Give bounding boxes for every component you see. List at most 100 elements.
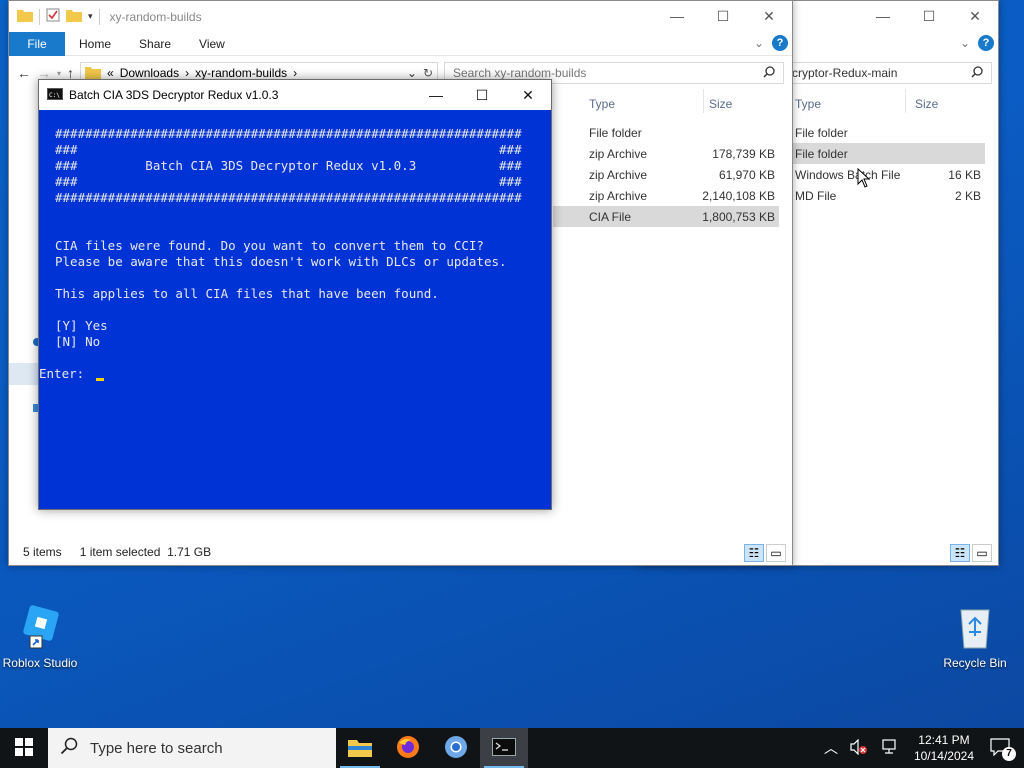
recycle-bin-icon — [951, 602, 999, 650]
address-dropdown-icon[interactable]: ⌄ — [407, 66, 417, 80]
desktop-icon-label: Recycle Bin — [943, 656, 1007, 670]
file-row[interactable]: File folder — [553, 122, 779, 143]
column-header-type[interactable]: Type — [589, 97, 615, 111]
details-view-icon[interactable]: ☷ — [950, 544, 970, 562]
maximize-button[interactable]: ☐ — [700, 1, 746, 31]
properties-icon[interactable] — [46, 8, 60, 25]
system-tray: ︿ 12:41 PM 10/14/2024 7 — [818, 728, 1024, 768]
large-icons-view-icon[interactable]: ▭ — [766, 544, 786, 562]
search-icon[interactable] — [971, 66, 983, 81]
taskbar-file-explorer[interactable] — [336, 728, 384, 768]
window-controls: — ☐ ✕ — [654, 1, 792, 31]
file-row-selected[interactable]: CIA File 1,800,753 KB — [553, 206, 779, 227]
command-prompt-icon — [492, 737, 516, 759]
svg-text:C:\: C:\ — [49, 92, 60, 99]
chevron-up-icon[interactable]: ︿ — [818, 738, 844, 758]
text-cursor — [96, 378, 104, 381]
taskbar: Type here to search ︿ 12:41 PM 10/14/202… — [0, 728, 1024, 768]
item-count: 5 items — [23, 545, 62, 559]
breadcrumb-separator-icon[interactable]: › — [293, 66, 297, 80]
desktop-icon-recycle-bin[interactable]: Recycle Bin — [935, 602, 1015, 670]
new-folder-icon[interactable] — [66, 8, 82, 25]
tab-view[interactable]: View — [185, 37, 239, 51]
file-row[interactable]: Windows Batch File 16 KB — [793, 164, 985, 185]
title-bar[interactable]: C:\ Batch CIA 3DS Decryptor Redux v1.0.3… — [39, 80, 551, 110]
chevron-down-icon[interactable]: ⌄ — [960, 36, 970, 50]
column-header-type[interactable]: Type — [795, 97, 821, 111]
roblox-studio-icon — [16, 602, 64, 650]
console-line: Please be aware that this doesn't work w… — [55, 254, 507, 269]
breadcrumb-downloads[interactable]: Downloads — [120, 66, 179, 80]
console-output[interactable]: ########################################… — [39, 110, 551, 509]
taskbar-firefox[interactable] — [384, 728, 432, 768]
customize-quick-access-icon[interactable]: ▾ — [88, 11, 93, 22]
file-row[interactable]: MD File 2 KB — [793, 185, 985, 206]
search-icon[interactable] — [763, 66, 775, 81]
breadcrumb-xy-random-builds[interactable]: xy-random-builds — [195, 66, 287, 80]
maximize-button[interactable]: ☐ — [906, 1, 952, 31]
notification-center-icon[interactable]: 7 — [984, 737, 1024, 761]
console-line: ########################################… — [55, 126, 522, 141]
close-button[interactable]: ✕ — [952, 1, 998, 31]
help-icon[interactable]: ? — [978, 35, 994, 51]
clock[interactable]: 12:41 PM 10/14/2024 — [904, 732, 984, 764]
start-button[interactable] — [0, 728, 48, 768]
console-app-icon: C:\ — [47, 87, 63, 103]
large-icons-view-icon[interactable]: ▭ — [972, 544, 992, 562]
windows-logo-icon — [15, 737, 33, 759]
chevron-down-icon[interactable]: ⌄ — [754, 36, 764, 50]
minimize-button[interactable]: — — [860, 1, 906, 31]
breadcrumb-separator-icon[interactable]: › — [185, 66, 189, 80]
file-row[interactable]: zip Archive 61,970 KB — [553, 164, 779, 185]
chromium-icon — [444, 735, 468, 762]
recent-locations-icon[interactable]: ▾ — [57, 69, 61, 78]
desktop-icon-label: Roblox Studio — [2, 656, 78, 670]
nav-pane-item[interactable] — [9, 363, 39, 385]
selection-info: 1 item selected 1.71 GB — [79, 545, 212, 559]
tab-share[interactable]: Share — [125, 37, 185, 51]
taskbar-chromium[interactable] — [432, 728, 480, 768]
details-view-icon[interactable]: ☷ — [744, 544, 764, 562]
window-controls: — ☐ ✕ — [413, 80, 551, 110]
console-window[interactable]: C:\ Batch CIA 3DS Decryptor Redux v1.0.3… — [38, 79, 552, 510]
back-arrow-icon[interactable]: ← — [17, 65, 31, 81]
close-button[interactable]: ✕ — [746, 1, 792, 31]
file-row[interactable]: zip Archive 178,739 KB — [553, 143, 779, 164]
folder-icon — [17, 8, 33, 25]
mouse-cursor-icon — [857, 167, 871, 191]
refresh-icon[interactable]: ↻ — [423, 66, 437, 80]
breadcrumb-overflow[interactable]: « — [107, 66, 114, 80]
address-text: cryptor-Redux-main — [792, 66, 898, 80]
taskbar-search-input[interactable]: Type here to search — [48, 728, 336, 768]
console-line: [Y] Yes — [55, 318, 108, 333]
file-row[interactable]: File folder — [793, 122, 985, 143]
console-prompt: Enter: — [39, 366, 92, 381]
column-header-size[interactable]: Size — [915, 97, 938, 111]
desktop-icon-roblox-studio[interactable]: Roblox Studio — [0, 602, 80, 670]
maximize-button[interactable]: ☐ — [459, 80, 505, 110]
console-line: ### Batch CIA 3DS Decryptor Redux v1.0.3… — [55, 158, 522, 173]
clock-date: 10/14/2024 — [913, 749, 974, 763]
window-title: Batch CIA 3DS Decryptor Redux v1.0.3 — [69, 88, 279, 102]
ribbon-tabs: File Home Share View ⌄ ? — [9, 31, 792, 56]
console-line: ########################################… — [55, 190, 522, 205]
tab-home[interactable]: Home — [65, 37, 125, 51]
volume-muted-icon[interactable] — [844, 738, 874, 758]
view-toggle: ☷ ▭ — [744, 544, 786, 562]
minimize-button[interactable]: — — [654, 1, 700, 31]
console-line: ### ### — [55, 174, 522, 189]
column-header-size[interactable]: Size — [709, 97, 732, 111]
network-icon[interactable] — [874, 738, 904, 758]
window-title: xy-random-builds — [109, 9, 202, 24]
minimize-button[interactable]: — — [413, 80, 459, 110]
tab-file[interactable]: File — [9, 31, 65, 56]
address-bar[interactable]: cryptor-Redux-main — [787, 62, 992, 84]
notification-badge: 7 — [1002, 746, 1016, 761]
taskbar-command-prompt[interactable] — [480, 728, 528, 768]
view-toggle: ☷ ▭ — [950, 544, 992, 562]
file-row[interactable]: zip Archive 2,140,108 KB — [553, 185, 779, 206]
close-button[interactable]: ✕ — [505, 80, 551, 110]
help-icon[interactable]: ? — [772, 35, 788, 51]
file-row[interactable]: File folder — [793, 143, 985, 164]
window-controls: — ☐ ✕ — [860, 1, 998, 31]
